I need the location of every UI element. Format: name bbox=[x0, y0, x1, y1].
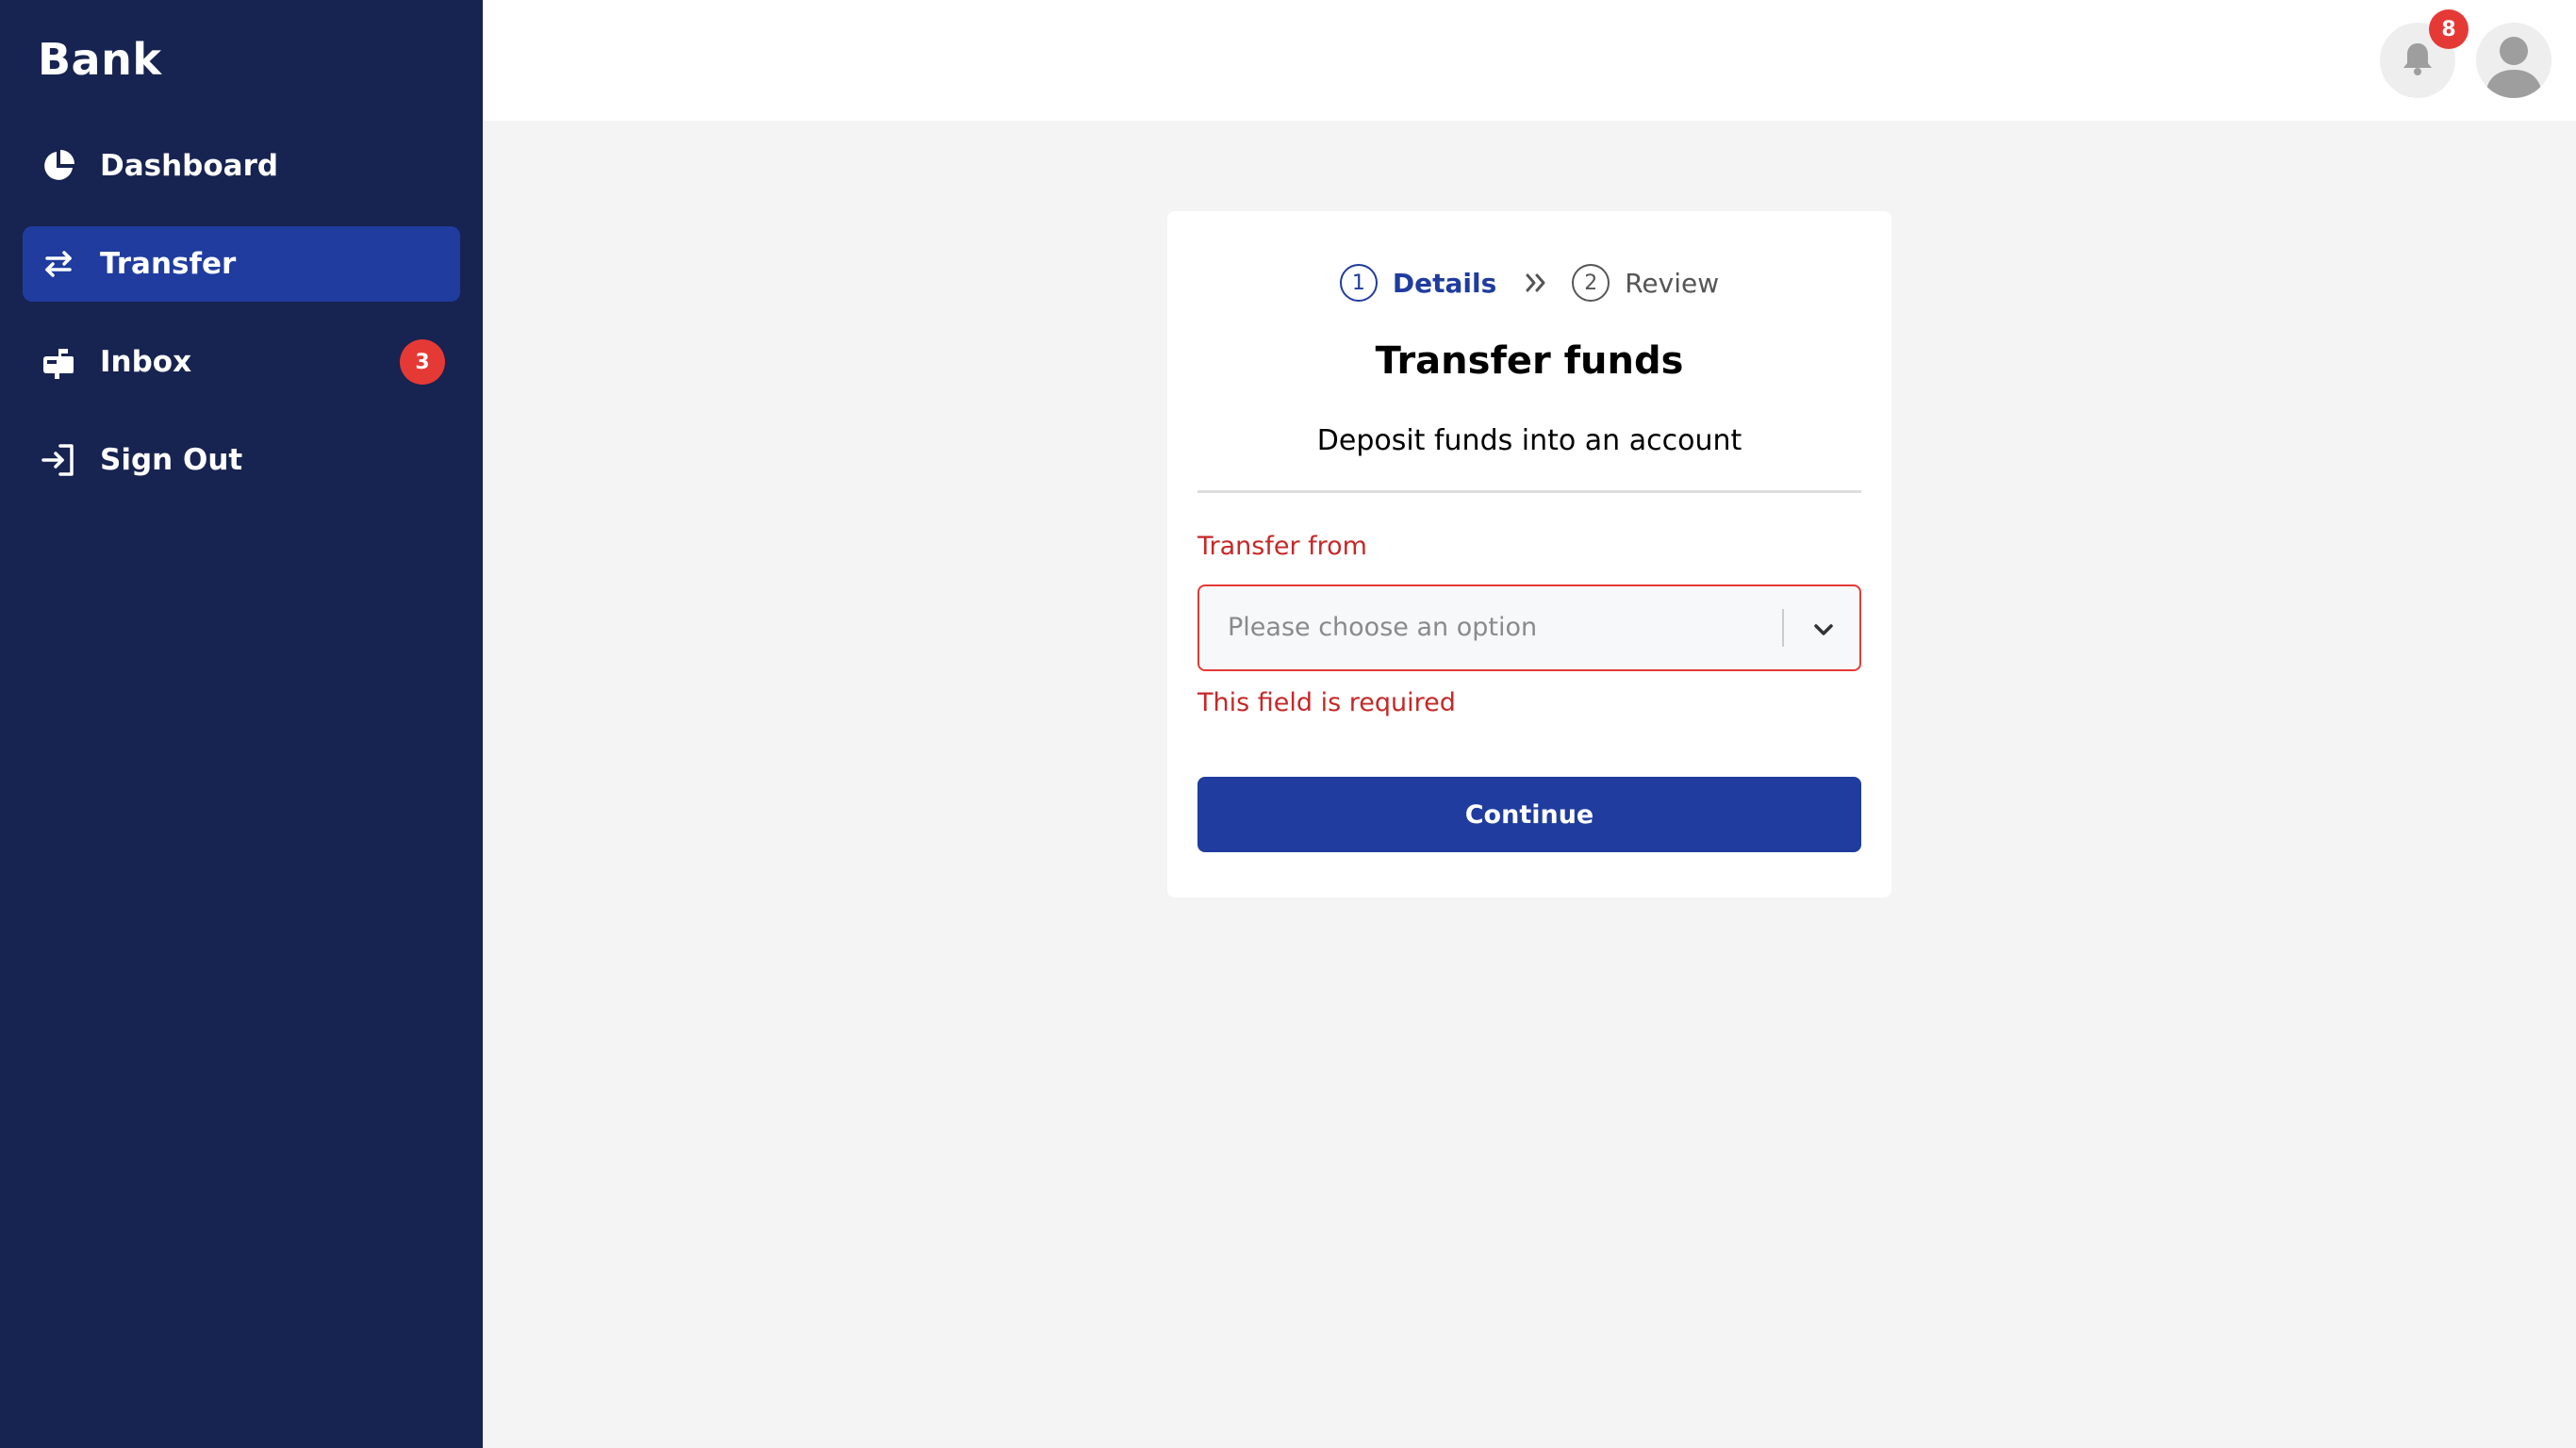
transfer-from-select[interactable]: Please choose an option bbox=[1197, 584, 1861, 671]
brand-logo: Bank bbox=[38, 34, 162, 85]
step-details: 1 Details bbox=[1339, 264, 1497, 302]
top-bar bbox=[483, 0, 2576, 121]
page-subtitle: Deposit funds into an account bbox=[1316, 424, 1742, 457]
inbox-unread-badge: 3 bbox=[400, 339, 445, 385]
user-avatar-button[interactable] bbox=[2476, 23, 2551, 98]
step-review: 2 Review bbox=[1572, 264, 1719, 302]
transfer-from-error: This field is required bbox=[1197, 688, 1456, 717]
sidebar-item-inbox[interactable]: Inbox 3 bbox=[23, 324, 460, 400]
page-title: Transfer funds bbox=[1375, 339, 1684, 383]
select-separator bbox=[1782, 609, 1784, 647]
sidebar-item-label: Transfer bbox=[100, 247, 237, 281]
stepper: 1 Details 2 Review bbox=[1167, 260, 1891, 305]
continue-button[interactable]: Continue bbox=[1197, 777, 1861, 852]
sidebar-item-label: Dashboard bbox=[100, 149, 279, 183]
divider bbox=[1197, 490, 1861, 493]
step-label: Details bbox=[1392, 267, 1497, 299]
sidebar-item-transfer[interactable]: Transfer bbox=[23, 226, 460, 302]
sidebar-item-label: Inbox bbox=[100, 345, 192, 379]
transfer-from-label: Transfer from bbox=[1197, 532, 1367, 561]
select-placeholder: Please choose an option bbox=[1228, 613, 1538, 642]
sidebar: Bank Dashboard Transfer Inbox 3 Sign Out bbox=[0, 0, 483, 1448]
mailbox-icon bbox=[38, 341, 79, 383]
user-avatar-icon bbox=[2485, 37, 2542, 98]
step-number: 2 bbox=[1572, 264, 1610, 302]
pie-chart-icon bbox=[38, 145, 79, 187]
sidebar-item-dashboard[interactable]: Dashboard bbox=[23, 128, 460, 204]
step-number: 1 bbox=[1339, 264, 1378, 302]
sidebar-nav: Dashboard Transfer Inbox 3 Sign Out bbox=[23, 128, 460, 520]
step-label: Review bbox=[1625, 267, 1720, 299]
notification-count-badge: 8 bbox=[2429, 9, 2469, 49]
sidebar-item-label: Sign Out bbox=[100, 443, 243, 477]
sidebar-item-sign-out[interactable]: Sign Out bbox=[23, 422, 460, 498]
transfer-card: 1 Details 2 Review Transfer funds Deposi… bbox=[1167, 211, 1891, 897]
double-chevron-right-icon bbox=[1523, 270, 1549, 296]
bell-icon bbox=[2399, 40, 2436, 81]
sign-out-icon bbox=[38, 439, 79, 481]
transfer-arrows-icon bbox=[38, 243, 79, 285]
chevron-down-icon[interactable] bbox=[1805, 611, 1842, 649]
